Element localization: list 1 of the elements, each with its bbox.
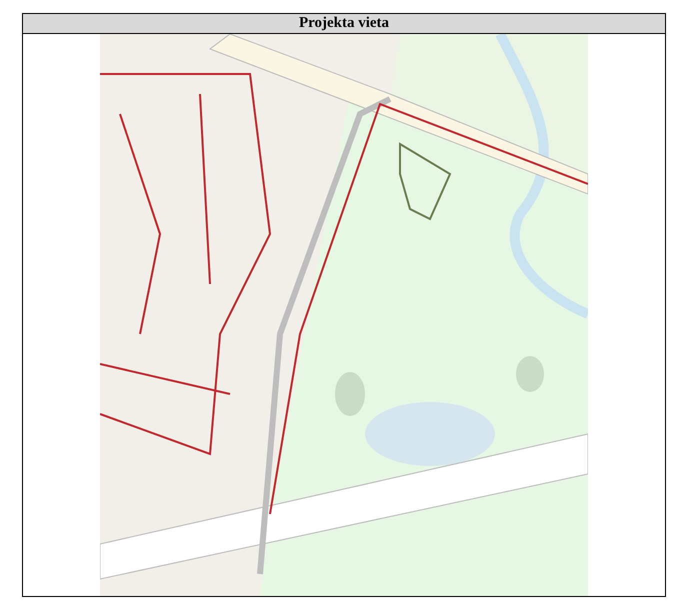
table-header: Projekta vieta [23, 14, 665, 34]
